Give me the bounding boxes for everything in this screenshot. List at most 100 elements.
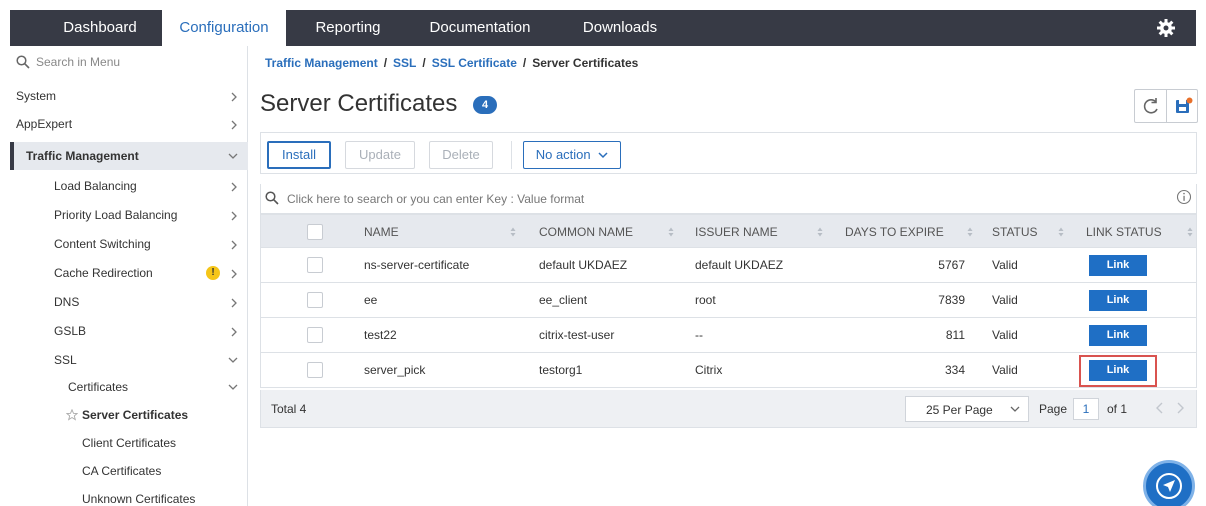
info-icon[interactable] [1176,189,1192,205]
sidebar-item-ca-certificates[interactable]: CA Certificates [10,457,248,485]
table-row[interactable]: test22 citrix-test-user -- 811 Valid Lin… [260,318,1197,353]
cell-status: Valid [992,363,1018,377]
certificates-table: NAME COMMON NAME ISSUER NAME DAYS TO EXP… [260,214,1197,388]
sidebar-item-dns[interactable]: DNS [10,288,248,316]
sidebar-item-certificates[interactable]: Certificates [10,373,248,401]
cell-issuer-name: default UKDAEZ [695,258,784,272]
toolbar-divider [511,141,512,169]
sort-icon[interactable] [1058,227,1064,237]
breadcrumb-ssl[interactable]: SSL [393,56,416,70]
sort-icon[interactable] [668,227,674,237]
table-footer: Total 4 25 Per Page Page 1 of 1 [260,390,1197,428]
save-config-icon[interactable] [1167,90,1199,122]
sort-icon[interactable] [510,227,516,237]
total-count: Total 4 [271,402,307,416]
gear-icon[interactable] [1156,18,1176,38]
table-row[interactable]: ns-server-certificate default UKDAEZ def… [260,248,1197,283]
row-checkbox[interactable] [307,292,323,308]
select-all-checkbox[interactable] [307,224,323,240]
column-issuer-name[interactable]: ISSUER NAME [695,215,778,247]
per-page-select[interactable]: 25 Per Page [905,396,1029,422]
sort-icon[interactable] [967,227,973,237]
page-title: Server Certificates [260,90,458,117]
sidebar-item-traffic-management[interactable]: Traffic Management [10,142,248,170]
table-header: NAME COMMON NAME ISSUER NAME DAYS TO EXP… [260,214,1197,248]
search-icon [16,55,30,69]
action-select[interactable]: No action [523,141,621,169]
refresh-icon[interactable] [1135,90,1167,122]
table-row[interactable]: ee ee_client root 7839 Valid Link [260,283,1197,318]
chevron-right-icon [231,269,237,279]
tab-downloads[interactable]: Downloads [560,10,680,46]
chevron-right-icon [231,298,237,308]
previous-page-icon[interactable] [1155,402,1165,414]
next-page-icon[interactable] [1175,402,1185,414]
chevron-right-icon [231,120,237,130]
column-status[interactable]: STATUS [992,215,1038,247]
cell-days-to-expire: 811 [945,328,965,342]
breadcrumb-ssl-certificate[interactable]: SSL Certificate [432,56,517,70]
sort-icon[interactable] [1187,227,1193,237]
cell-days-to-expire: 7839 [938,293,965,307]
warning-icon: ! [206,266,220,280]
sidebar-item-gslb[interactable]: GSLB [10,317,248,345]
chevron-right-icon [231,92,237,102]
row-checkbox[interactable] [307,327,323,343]
tab-reporting[interactable]: Reporting [298,10,398,46]
sidebar-item-priority-load-balancing[interactable]: Priority Load Balancing [10,201,248,229]
cell-status: Valid [992,258,1018,272]
sidebar-item-ssl[interactable]: SSL [10,346,248,374]
navigate-icon [1156,473,1182,499]
table-search[interactable]: Click here to search or you can enter Ke… [260,184,1197,214]
sidebar-item-system[interactable]: System [10,82,248,110]
sort-icon[interactable] [817,227,823,237]
table-row[interactable]: server_pick testorg1 Citrix 334 Valid Li… [260,353,1197,388]
column-name[interactable]: NAME [364,215,399,247]
update-button[interactable]: Update [345,141,415,169]
tab-dashboard[interactable]: Dashboard [50,10,150,46]
sidebar-item-unknown-certificates[interactable]: Unknown Certificates [10,485,248,506]
sidebar-item-cache-redirection[interactable]: Cache Redirection ! [10,259,248,287]
cell-issuer-name: -- [695,328,703,342]
link-button[interactable]: Link [1089,325,1147,346]
menu-search-input[interactable]: Search in Menu [10,52,248,74]
cell-issuer-name: root [695,293,716,307]
link-button[interactable]: Link [1089,255,1147,276]
breadcrumb-current: Server Certificates [532,56,639,70]
sidebar-item-content-switching[interactable]: Content Switching [10,230,248,258]
page-input[interactable]: 1 [1073,398,1099,420]
row-checkbox[interactable] [307,257,323,273]
column-days-to-expire[interactable]: DAYS TO EXPIRE [845,215,944,247]
menu-search-placeholder: Search in Menu [36,55,121,69]
star-icon[interactable] [66,409,78,421]
breadcrumb-traffic-management[interactable]: Traffic Management [265,56,378,70]
install-button[interactable]: Install [267,141,331,169]
table-search-placeholder: Click here to search or you can enter Ke… [287,192,585,206]
page-actions [1134,89,1198,123]
sidebar-item-load-balancing[interactable]: Load Balancing [10,172,248,200]
sidebar-item-server-certificates[interactable]: Server Certificates [10,401,248,429]
cell-name: ee [364,293,378,307]
navigate-button[interactable] [1143,460,1195,506]
column-link-status[interactable]: LINK STATUS [1086,215,1162,247]
sidebar-item-client-certificates[interactable]: Client Certificates [10,429,248,457]
page-label: Page [1039,402,1068,416]
tab-configuration[interactable]: Configuration [162,10,286,46]
delete-button[interactable]: Delete [429,141,493,169]
cell-name: ns-server-certificate [364,258,470,272]
cell-name: server_pick [364,363,426,377]
sidebar-item-appexpert[interactable]: AppExpert [10,110,248,138]
column-common-name[interactable]: COMMON NAME [539,215,633,247]
cell-status: Valid [992,293,1018,307]
cell-days-to-expire: 5767 [938,258,965,272]
link-button[interactable]: Link [1089,360,1147,381]
chevron-right-icon [231,240,237,250]
tab-documentation[interactable]: Documentation [410,10,550,46]
selected-indicator [10,142,14,170]
row-checkbox[interactable] [307,362,323,378]
breadcrumb: Traffic Management / SSL / SSL Certificate / S… [265,56,639,70]
cell-common-name: citrix-test-user [539,328,615,342]
link-button[interactable]: Link [1089,290,1147,311]
chevron-down-icon [598,152,608,159]
chevron-down-icon [228,357,238,363]
